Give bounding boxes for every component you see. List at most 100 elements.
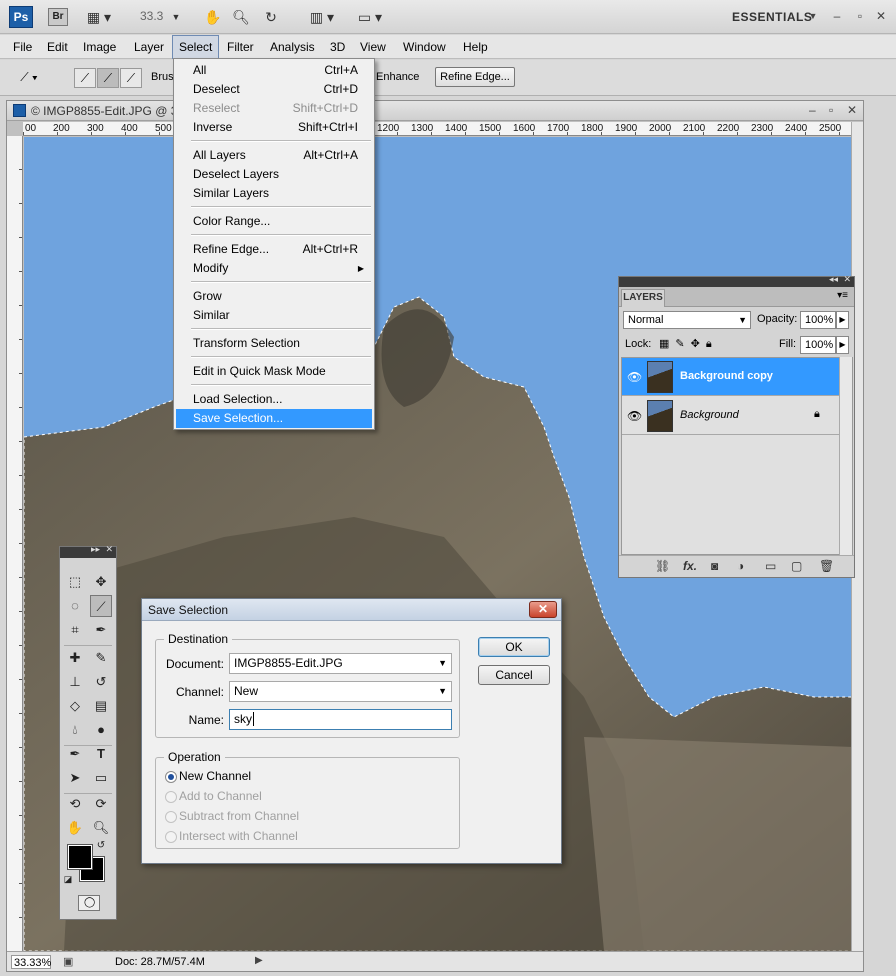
ok-button[interactable]: OK xyxy=(478,637,550,657)
status-preview-icon[interactable]: ▣ xyxy=(63,955,73,968)
menu-item-quick-mask[interactable]: Edit in Quick Mask Mode xyxy=(176,362,372,381)
workspace-switcher[interactable]: ESSENTIALS xyxy=(732,10,812,24)
panel-header[interactable]: ◂◂ ✕ xyxy=(619,274,854,287)
menu-item-modify[interactable]: Modify ▶ xyxy=(176,259,372,278)
quick-mask-button[interactable]: ◯ xyxy=(78,895,100,911)
bridge-button[interactable]: Br xyxy=(48,8,68,26)
document-tab[interactable]: © IMGP8855-Edit.JPG @ 33 – ▫ ✕ xyxy=(7,101,863,121)
tool-preset-picker-icon[interactable]: ⟋ ▾ xyxy=(18,68,40,88)
document-select[interactable]: IMGP8855-Edit.JPG ▼ xyxy=(229,653,452,674)
opacity-slider-arrow-icon[interactable]: ▶ xyxy=(836,311,849,329)
menu-item-all[interactable]: All Ctrl+A xyxy=(176,61,372,80)
zoom-tool-icon[interactable]: 🔍︎ xyxy=(90,817,112,839)
horizontal-ruler[interactable]: 00 200 300 400 500 1200 1300 1400 1500 1… xyxy=(23,122,853,136)
menu-item-inverse[interactable]: Inverse Shift+Ctrl+I xyxy=(176,118,372,137)
doc-close-icon[interactable]: ✕ xyxy=(847,103,857,117)
arrange-documents-icon[interactable]: ▥ ▾ xyxy=(306,8,338,26)
new-channel-label[interactable]: New Channel xyxy=(179,769,251,783)
menu-file[interactable]: File xyxy=(7,35,38,59)
blur-tool-icon[interactable]: 💧︎ xyxy=(64,719,86,741)
dodge-tool-icon[interactable]: ● xyxy=(90,719,112,741)
view-extras-icon[interactable]: ▦ ▾ xyxy=(84,8,114,26)
group-folder-icon[interactable]: ▭ xyxy=(765,559,776,573)
add-to-selection-mode-icon[interactable]: ⟋ xyxy=(97,68,119,88)
close-tools-icon[interactable]: ✕ xyxy=(105,544,113,555)
workspace-dropdown-icon[interactable]: ▼ xyxy=(806,9,820,23)
auto-enhance-label[interactable]: Enhance xyxy=(376,71,419,83)
3d-orbit-tool-icon[interactable]: ⟳ xyxy=(90,793,112,815)
channel-select[interactable]: New ▼ xyxy=(229,681,452,702)
subtract-from-selection-mode-icon[interactable]: ⟋ xyxy=(120,68,142,88)
lock-options-icons[interactable]: ▦✎✥🔒︎ xyxy=(659,337,718,351)
default-colors-icon[interactable]: ◪ xyxy=(62,873,74,885)
healing-brush-tool-icon[interactable]: ✚ xyxy=(64,647,86,669)
menu-3d[interactable]: 3D xyxy=(324,35,351,59)
menu-item-grow[interactable]: Grow xyxy=(176,287,372,306)
eye-icon[interactable]: 👁︎ xyxy=(627,409,642,423)
eyedropper-tool-icon[interactable]: ✒ xyxy=(90,619,112,641)
shape-tool-icon[interactable]: ▭ xyxy=(90,767,112,789)
brush-tool-icon[interactable]: ✎ xyxy=(90,647,112,669)
clone-stamp-tool-icon[interactable]: ⊥ xyxy=(64,671,86,693)
tab-layers[interactable]: LAYERS xyxy=(621,289,665,307)
menu-item-deselect-layers[interactable]: Deselect Layers xyxy=(176,165,372,184)
menu-image[interactable]: Image xyxy=(77,35,122,59)
marquee-tool-icon[interactable]: ⬚ xyxy=(64,571,86,593)
menu-help[interactable]: Help xyxy=(457,35,494,59)
fill-slider-arrow-icon[interactable]: ▶ xyxy=(836,336,849,354)
status-menu-arrow-icon[interactable]: ▶ xyxy=(255,955,263,966)
menu-item-load-selection[interactable]: Load Selection... xyxy=(176,390,372,409)
new-selection-mode-icon[interactable]: ⟋ xyxy=(74,68,96,88)
zoom-level[interactable]: 33.3 xyxy=(140,9,163,23)
menu-select[interactable]: Select xyxy=(172,35,220,59)
status-zoom-field[interactable]: 33.33% xyxy=(11,955,51,969)
fx-icon[interactable]: fx. xyxy=(683,559,697,573)
path-selection-tool-icon[interactable]: ➤ xyxy=(64,767,86,789)
type-tool-icon[interactable]: T xyxy=(90,743,112,765)
doc-restore-icon[interactable]: ▫ xyxy=(829,103,833,117)
eye-icon[interactable]: 👁︎ xyxy=(627,370,642,384)
menu-window[interactable]: Window xyxy=(397,35,452,59)
trash-icon[interactable]: 🗑︎ xyxy=(819,559,834,573)
new-layer-icon[interactable]: ▢ xyxy=(791,559,802,573)
panel-menu-icon[interactable]: ▾≡ xyxy=(837,290,848,301)
blend-mode-select[interactable]: Normal ▼ xyxy=(623,311,751,329)
vertical-ruler[interactable] xyxy=(7,136,23,951)
menu-item-similar[interactable]: Similar xyxy=(176,306,372,325)
dialog-close-button[interactable]: ✕ xyxy=(529,601,557,618)
zoom-dropdown-icon[interactable]: ▼ xyxy=(170,8,182,26)
menu-layer[interactable]: Layer xyxy=(128,35,170,59)
gradient-tool-icon[interactable]: ▤ xyxy=(90,695,112,717)
screen-mode-icon[interactable]: ▭ ▾ xyxy=(354,8,386,26)
cancel-button[interactable]: Cancel xyxy=(478,665,550,685)
menu-item-save-selection[interactable]: Save Selection... xyxy=(176,409,372,428)
3d-rotate-tool-icon[interactable]: ⟲ xyxy=(64,793,86,815)
layer-mask-icon[interactable]: ◙ xyxy=(711,559,718,573)
tools-header[interactable]: ▸▸ ✕ xyxy=(60,544,116,558)
move-tool-icon[interactable]: ✥ xyxy=(90,571,112,593)
menu-item-refine-edge[interactable]: Refine Edge... Alt+Ctrl+R xyxy=(176,240,372,259)
fill-field[interactable]: 100% xyxy=(800,336,836,354)
menu-item-color-range[interactable]: Color Range... xyxy=(176,212,372,231)
close-panel-icon[interactable]: ✕ xyxy=(843,274,851,285)
pen-tool-icon[interactable]: ✒ xyxy=(64,743,86,765)
opacity-field[interactable]: 100% xyxy=(800,311,836,329)
crop-tool-icon[interactable]: ⌗ xyxy=(64,619,86,641)
close-app-icon[interactable]: ✕ xyxy=(874,9,888,23)
layer-row-background-copy[interactable]: 👁︎ Background copy xyxy=(622,358,840,396)
rotate-view-icon[interactable]: ↻ xyxy=(262,8,280,26)
swap-colors-icon[interactable]: ↺ xyxy=(94,839,108,853)
hand-tool-icon[interactable]: ✋ xyxy=(64,817,86,839)
menu-item-transform-selection[interactable]: Transform Selection xyxy=(176,334,372,353)
lasso-tool-icon[interactable]: ◌ xyxy=(64,595,86,617)
menu-edit[interactable]: Edit xyxy=(41,35,74,59)
expand-tools-icon[interactable]: ▸▸ xyxy=(91,544,100,555)
doc-minimize-icon[interactable]: – xyxy=(809,103,816,117)
hand-tool-icon[interactable]: ✋ xyxy=(204,8,222,26)
zoom-tool-icon[interactable]: 🔍︎ xyxy=(232,8,250,26)
refine-edge-button[interactable]: Refine Edge... xyxy=(435,67,515,87)
adjustment-layer-icon[interactable]: ◑ xyxy=(737,559,744,573)
name-input[interactable]: sky xyxy=(229,709,452,730)
new-channel-radio[interactable] xyxy=(165,771,177,783)
minimize-icon[interactable]: – xyxy=(830,9,844,23)
